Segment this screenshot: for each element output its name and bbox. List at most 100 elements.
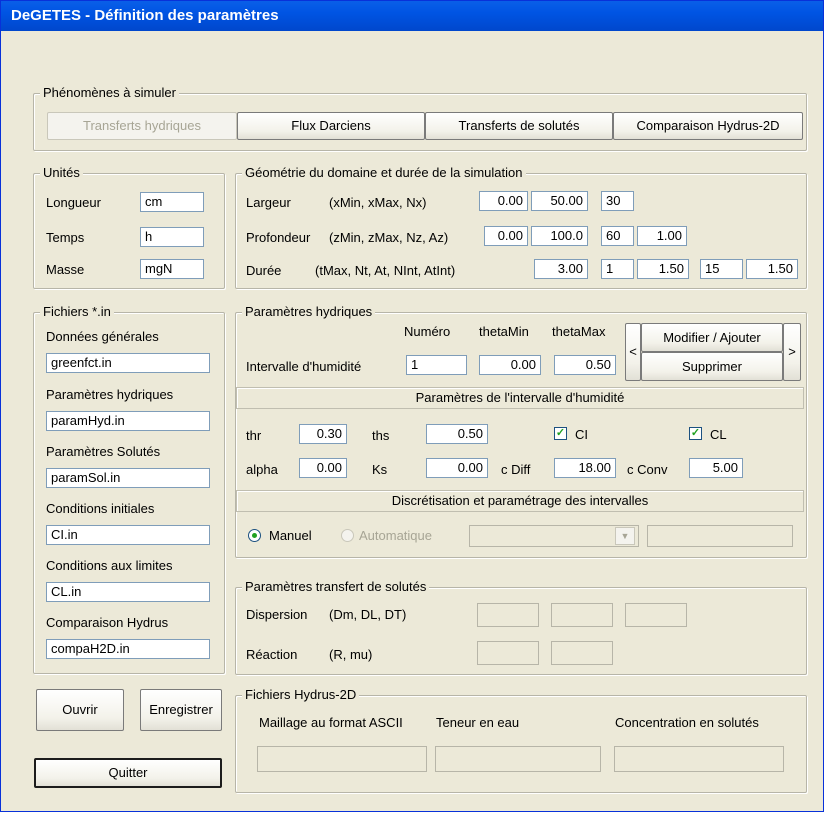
numero-field[interactable]: 1 xyxy=(406,355,467,375)
largeur-params: (xMin, xMax, Nx) xyxy=(329,195,427,210)
quitter-button[interactable]: Quitter xyxy=(34,758,222,788)
solutes-legend: Paramètres transfert de solutés xyxy=(242,579,430,594)
nint-field[interactable]: 15 xyxy=(700,259,743,279)
teneur-label: Teneur en eau xyxy=(436,715,520,730)
geometrie-legend: Géométrie du domaine et durée de la simu… xyxy=(242,165,526,180)
dl-field[interactable] xyxy=(551,603,613,627)
numero-header: Numéro xyxy=(404,324,451,339)
ci-label: CI xyxy=(575,427,588,442)
dispersion-label: Dispersion xyxy=(246,607,308,622)
zmin-field[interactable]: 0.00 xyxy=(484,226,528,246)
duree-params: (tMax, Nt, At, NInt, AtInt) xyxy=(315,263,456,278)
transferts-solutes-button[interactable]: Transferts de solutés xyxy=(425,112,613,140)
concentration-label: Concentration en solutés xyxy=(615,715,759,730)
alpha-field[interactable]: 0.00 xyxy=(299,458,347,478)
unites-legend: Unités xyxy=(40,165,83,180)
xmax-field[interactable]: 50.00 xyxy=(531,191,588,211)
atint-field[interactable]: 1.50 xyxy=(746,259,798,279)
at-field[interactable]: 1.50 xyxy=(637,259,689,279)
nx-field[interactable]: 30 xyxy=(601,191,634,211)
thr-field[interactable]: 0.30 xyxy=(299,424,347,444)
conditions-limites-label: Conditions aux limites xyxy=(46,558,173,573)
r-field[interactable] xyxy=(477,641,539,665)
intervalle-select[interactable] xyxy=(469,525,639,547)
longueur-label: Longueur xyxy=(46,195,101,210)
hydrus-legend: Fichiers Hydrus-2D xyxy=(242,687,360,702)
enregistrer-button[interactable]: Enregistrer xyxy=(140,689,222,731)
alpha-label: alpha xyxy=(246,462,278,477)
profondeur-params: (zMin, zMax, Nz, Az) xyxy=(329,230,449,245)
dt-field[interactable] xyxy=(625,603,687,627)
concentration-field[interactable] xyxy=(614,746,784,772)
mu-field[interactable] xyxy=(551,641,613,665)
previous-interval-button[interactable]: < xyxy=(625,323,641,381)
thetamin-header: thetaMin xyxy=(479,324,529,339)
parametres-hydriques-file-field[interactable]: paramHyd.in xyxy=(46,411,210,431)
maillage-label: Maillage au format ASCII xyxy=(259,715,403,730)
duree-label: Durée xyxy=(246,263,282,278)
intervalle-parametre-field[interactable] xyxy=(647,525,793,547)
largeur-label: Largeur xyxy=(246,195,291,210)
profondeur-label: Profondeur xyxy=(246,230,311,245)
cdiff-field[interactable]: 18.00 xyxy=(554,458,616,478)
longueur-field[interactable]: cm xyxy=(140,192,204,212)
ci-checkbox[interactable]: ✓ xyxy=(554,427,567,440)
maillage-field[interactable] xyxy=(257,746,427,772)
phenomenes-legend: Phénomènes à simuler xyxy=(40,85,179,100)
nt-field[interactable]: 1 xyxy=(601,259,634,279)
ths-field[interactable]: 0.50 xyxy=(426,424,488,444)
thetamax-header: thetaMax xyxy=(552,324,606,339)
title-bar[interactable]: DeGETES - Définition des paramètres xyxy=(1,1,823,31)
cconv-field[interactable]: 5.00 xyxy=(689,458,743,478)
nz-field[interactable]: 60 xyxy=(601,226,634,246)
cconv-label: c Conv xyxy=(627,462,668,477)
temps-label: Temps xyxy=(46,230,85,245)
parametres-solutes-file-label: Paramètres Solutés xyxy=(46,444,161,459)
thetamin-field[interactable]: 0.00 xyxy=(479,355,541,375)
dialog-window: DeGETES - Définition des paramètres Phén… xyxy=(0,0,824,812)
next-interval-button[interactable]: > xyxy=(783,323,801,381)
ks-field[interactable]: 0.00 xyxy=(426,458,488,478)
reaction-params: (R, mu) xyxy=(329,647,373,662)
conditions-initiales-label: Conditions initiales xyxy=(46,501,155,516)
xmin-field[interactable]: 0.00 xyxy=(479,191,528,211)
automatique-radio[interactable] xyxy=(341,529,354,542)
parametres-solutes-file-field[interactable]: paramSol.in xyxy=(46,468,210,488)
donnees-generales-label: Données générales xyxy=(46,329,159,344)
cdiff-label: c Diff xyxy=(501,462,531,477)
intervalle-humidite-label: Intervalle d'humidité xyxy=(246,359,362,374)
manuel-radio[interactable] xyxy=(248,529,261,542)
conditions-initiales-field[interactable]: CI.in xyxy=(46,525,210,545)
ouvrir-button[interactable]: Ouvrir xyxy=(36,689,124,731)
automatique-label: Automatique xyxy=(359,528,432,543)
teneur-field[interactable] xyxy=(435,746,601,772)
cl-label: CL xyxy=(710,427,727,442)
masse-field[interactable]: mgN xyxy=(140,259,204,279)
comparaison-hydrus-field[interactable]: compaH2D.in xyxy=(46,639,210,659)
reaction-label: Réaction xyxy=(246,647,298,662)
thetamax-field[interactable]: 0.50 xyxy=(554,355,616,375)
cl-checkbox[interactable]: ✓ xyxy=(689,427,702,440)
chevron-down-icon[interactable]: ▼ xyxy=(615,527,635,545)
ks-label: Ks xyxy=(372,462,388,477)
donnees-generales-field[interactable]: greenfct.in xyxy=(46,353,210,373)
parametres-hydriques-file-label: Paramètres hydriques xyxy=(46,387,174,402)
dispersion-params: (Dm, DL, DT) xyxy=(329,607,407,622)
manuel-label: Manuel xyxy=(269,528,312,543)
dm-field[interactable] xyxy=(477,603,539,627)
tmax-field[interactable]: 3.00 xyxy=(534,259,588,279)
modifier-ajouter-button[interactable]: Modifier / Ajouter xyxy=(641,323,783,352)
zmax-field[interactable]: 100.0 xyxy=(531,226,588,246)
discretisation-header: Discrétisation et paramétrage des interv… xyxy=(236,490,804,512)
temps-field[interactable]: h xyxy=(140,227,204,247)
supprimer-button[interactable]: Supprimer xyxy=(641,352,783,381)
conditions-limites-field[interactable]: CL.in xyxy=(46,582,210,602)
az-field[interactable]: 1.00 xyxy=(637,226,687,246)
hydrus-group: Fichiers Hydrus-2D xyxy=(235,687,807,793)
window-title: DeGETES - Définition des paramètres xyxy=(11,7,279,24)
comparaison-hydrus-button[interactable]: Comparaison Hydrus-2D xyxy=(613,112,803,140)
flux-darciens-button[interactable]: Flux Darciens xyxy=(237,112,425,140)
masse-label: Masse xyxy=(46,262,85,277)
thr-label: thr xyxy=(246,428,262,443)
transferts-hydriques-button[interactable]: Transferts hydriques xyxy=(47,112,237,140)
